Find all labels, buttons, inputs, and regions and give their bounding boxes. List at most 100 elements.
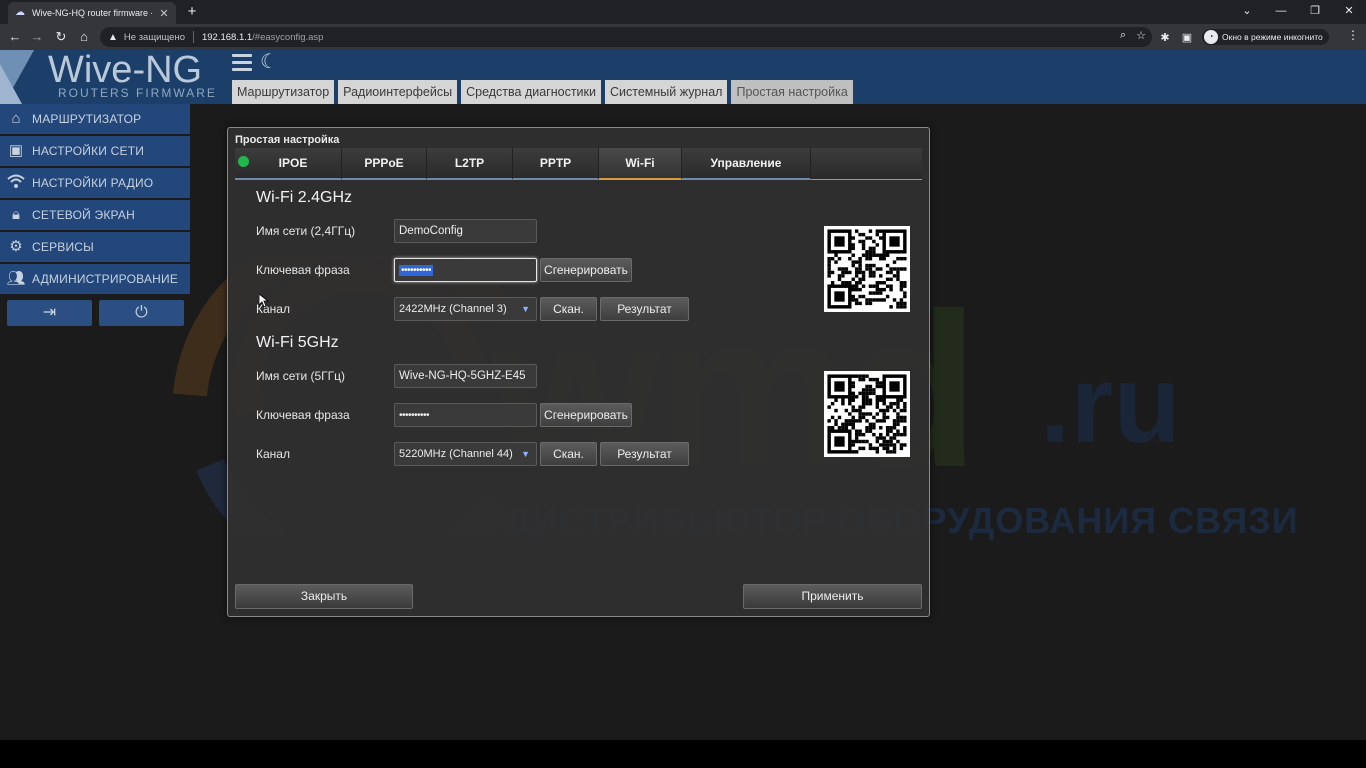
close-button[interactable]: Закрыть: [235, 584, 413, 609]
wizard-tabs: IPOE PPPoE L2TP PPTP Wi-Fi Управление: [235, 148, 922, 180]
logo-subtitle: ROUTERS FIRMWARE: [58, 86, 217, 100]
omnibox-divider: [192, 31, 194, 43]
wifi24-generate-button[interactable]: Сгенерировать: [540, 258, 632, 282]
home-icon: ⌂: [11, 110, 21, 127]
wifi5-channel-select[interactable]: 5220MHz (Channel 44) ▼: [394, 442, 537, 466]
sidebar-item-services[interactable]: ⚙ СЕРВИСЫ: [0, 232, 190, 262]
tab-pptp[interactable]: PPTP: [513, 148, 599, 180]
address-bar[interactable]: ▲ Не защищено 192.168.1.1 /#easyconfig.a…: [100, 27, 1152, 47]
chevron-down-icon: ▼: [521, 449, 530, 459]
wifi24-key-input[interactable]: ••••••••••: [394, 258, 537, 282]
sidebar-item-label: НАСТРОЙКИ РАДИО: [32, 176, 154, 190]
incognito-chip[interactable]: ◔ Окно в режиме инкогнито: [1202, 29, 1329, 45]
network-port-icon: ▣: [8, 142, 24, 159]
omnibox-actions: ⌕ ☆: [1120, 29, 1146, 42]
tab-pppoe[interactable]: PPPoE: [342, 148, 427, 180]
incognito-icon: ◔: [1204, 30, 1218, 44]
extensions-icon[interactable]: ✱: [1158, 31, 1172, 44]
sidebar: ⌂ МАРШРУТИЗАТОР ▣ НАСТРОЙКИ СЕТИ НАСТРОЙ…: [0, 104, 190, 326]
wifi24-scan-button[interactable]: Скан.: [540, 297, 597, 321]
wifi5-result-button[interactable]: Результат: [600, 442, 689, 466]
tab-management[interactable]: Управление: [682, 148, 811, 180]
back-icon[interactable]: ←: [6, 28, 24, 46]
power-icon: ⏻: [135, 304, 148, 321]
router-favicon-icon: ☁: [15, 7, 25, 18]
url-host: 192.168.1.1: [201, 31, 253, 43]
wifi24-ssid-label: Имя сети (2,4ГГц): [256, 224, 356, 238]
sidebar-item-radio-settings[interactable]: НАСТРОЙКИ РАДИО: [0, 168, 190, 198]
menu-toggle-icon[interactable]: [232, 54, 252, 72]
side-panel-icon[interactable]: ▣: [1180, 31, 1194, 44]
sidebar-item-label: СЕТЕВОЙ ЭКРАН: [32, 208, 135, 222]
sidebar-item-label: СЕРВИСЫ: [32, 240, 94, 254]
home-page-icon[interactable]: ⌂: [75, 28, 93, 46]
watermark-tld: .ru: [1040, 343, 1181, 466]
connection-status-icon: [238, 156, 249, 167]
tab-l2tp[interactable]: L2TP: [427, 148, 513, 180]
easy-setup-dialog: Простая настройка IPOE PPPoE L2TP PPTP W…: [227, 127, 930, 617]
wifi5-qr-code: [824, 371, 910, 457]
users-icon: 👥︎: [6, 270, 26, 287]
browser-menu-icon[interactable]: ⋮: [1346, 28, 1360, 42]
wifi5-ssid-input[interactable]: Wive-NG-HQ-5GHZ-E45: [394, 364, 537, 388]
forward-icon[interactable]: →: [28, 28, 46, 46]
wifi5-key-value: ••••••••••: [399, 410, 430, 421]
warning-icon: ▲: [108, 31, 118, 43]
wifi5-scan-button[interactable]: Скан.: [540, 442, 597, 466]
wifi24-result-button[interactable]: Результат: [600, 297, 689, 321]
logout-button[interactable]: ⇥: [7, 300, 92, 326]
logo-triangle-icon: [0, 50, 34, 104]
bookmark-star-icon[interactable]: ☆: [1136, 29, 1146, 42]
wifi5-generate-button[interactable]: Сгенерировать: [540, 403, 632, 427]
wifi24-section-title: Wi-Fi 2.4GHz: [256, 189, 352, 206]
sidebar-item-label: МАРШРУТИЗАТОР: [32, 112, 142, 126]
gear-icon: ⚙: [9, 238, 23, 255]
wifi24-ssid-input[interactable]: DemoConfig: [394, 219, 537, 243]
moon-icon[interactable]: ☾: [260, 51, 278, 73]
router-header: Wive-NG ROUTERS FIRMWARE ☾ Маршрутизатор…: [0, 50, 1366, 104]
browser-tab-strip: ☁ Wive-NG-HQ router firmware - I ✕ + ⌄ —…: [0, 0, 1366, 24]
wifi5-key-input[interactable]: ••••••••••: [394, 403, 537, 427]
mouse-cursor-icon: [259, 294, 269, 308]
minimize-icon[interactable]: —: [1264, 0, 1298, 24]
tab-diagnostics[interactable]: Средства диагностики: [461, 80, 601, 104]
tab-radio-interfaces[interactable]: Радиоинтерфейсы: [338, 80, 458, 104]
sidebar-item-label: АДМИНИСТРИРОВАНИЕ: [32, 272, 179, 286]
close-tab-icon[interactable]: ✕: [158, 7, 170, 20]
wifi5-section-title: Wi-Fi 5GHz: [256, 334, 339, 351]
browser-toolbar: ← → ↻ ⌂ ▲ Не защищено 192.168.1.1 /#easy…: [0, 24, 1366, 50]
browser-tab-title: Wive-NG-HQ router firmware - I: [32, 8, 152, 18]
tab-wifi[interactable]: Wi-Fi: [599, 148, 682, 180]
sidebar-buttons: ⇥ ⏻: [0, 300, 190, 326]
wifi24-key-value: ••••••••••: [399, 265, 434, 276]
browser-tab[interactable]: ☁ Wive-NG-HQ router firmware - I ✕: [8, 2, 176, 24]
letterbox-bar: [0, 740, 1366, 768]
reload-icon[interactable]: ↻: [52, 28, 70, 46]
toolbar-right: ✱ ▣ ◔ Окно в режиме инкогнито: [1158, 28, 1329, 46]
apply-button[interactable]: Применить: [743, 584, 922, 609]
wifi5-key-label: Ключевая фраза: [256, 408, 350, 422]
tab-ipoe[interactable]: IPOE: [235, 148, 342, 180]
screen: ☁ Wive-NG-HQ router firmware - I ✕ + ⌄ —…: [0, 0, 1366, 740]
wifi-icon: [6, 173, 26, 193]
window-close-icon[interactable]: ✕: [1332, 0, 1366, 24]
logo-title: Wive-NG: [48, 49, 203, 91]
restore-icon[interactable]: ❐: [1298, 0, 1332, 24]
sidebar-item-administration[interactable]: 👥︎ АДМИНИСТРИРОВАНИЕ: [0, 264, 190, 294]
tab-search-icon[interactable]: ⌄: [1230, 0, 1264, 24]
window-controls: ⌄ — ❐ ✕: [1230, 0, 1366, 24]
tab-easy-setup[interactable]: Простая настройка: [731, 80, 853, 104]
sidebar-item-firewall[interactable]: 🔒︎ СЕТЕВОЙ ЭКРАН: [0, 200, 190, 230]
new-tab-icon[interactable]: +: [184, 2, 200, 22]
incognito-label: Окно в режиме инкогнито: [1222, 32, 1323, 42]
wifi24-key-label: Ключевая фраза: [256, 263, 350, 277]
sidebar-item-network-settings[interactable]: ▣ НАСТРОЙКИ СЕТИ: [0, 136, 190, 166]
wifi24-channel-select[interactable]: 2422MHz (Channel 3) ▼: [394, 297, 537, 321]
dialog-title: Простая настройка: [235, 134, 340, 146]
tab-router[interactable]: Маршрутизатор: [232, 80, 335, 104]
not-secure-label: Не защищено: [123, 31, 185, 43]
wifi5-channel-value: 5220MHz (Channel 44): [399, 448, 513, 460]
sidebar-item-router[interactable]: ⌂ МАРШРУТИЗАТОР: [0, 104, 190, 134]
tab-system-log[interactable]: Системный журнал: [605, 80, 728, 104]
zoom-icon[interactable]: ⌕: [1120, 29, 1126, 42]
